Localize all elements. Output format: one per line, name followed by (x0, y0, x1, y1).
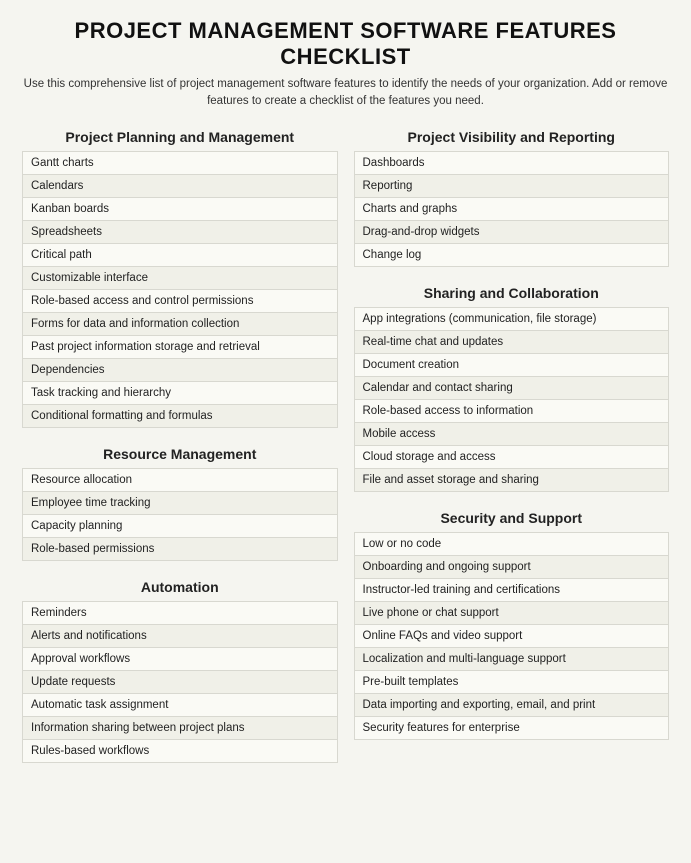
list-item: Cloud storage and access (354, 445, 669, 468)
section-title-project-visibility: Project Visibility and Reporting (354, 129, 670, 145)
list-item: Document creation (354, 353, 669, 376)
list-item: Update requests (23, 670, 338, 693)
list-item: Customizable interface (23, 266, 338, 289)
list-item: Mobile access (354, 422, 669, 445)
list-item: Localization and multi-language support (354, 647, 669, 670)
list-item: Calendars (23, 174, 338, 197)
checklist-project-planning: Gantt chartsCalendarsKanban boardsSpread… (22, 151, 338, 428)
list-item: Resource allocation (23, 468, 338, 491)
list-item: Dependencies (23, 358, 338, 381)
checklist-security-support: Low or no codeOnboarding and ongoing sup… (354, 532, 670, 740)
page-title: PROJECT MANAGEMENT SOFTWARE FEATURES CHE… (22, 18, 669, 70)
section-sharing-collaboration: Sharing and Collaboration App integratio… (354, 285, 670, 492)
list-item: Pre-built templates (354, 670, 669, 693)
list-item: Calendar and contact sharing (354, 376, 669, 399)
list-item: Online FAQs and video support (354, 624, 669, 647)
section-title-project-planning: Project Planning and Management (22, 129, 338, 145)
section-project-planning: Project Planning and Management Gantt ch… (22, 129, 338, 428)
section-title-security-support: Security and Support (354, 510, 670, 526)
list-item: Security features for enterprise (354, 716, 669, 739)
list-item: Alerts and notifications (23, 624, 338, 647)
section-title-resource-management: Resource Management (22, 446, 338, 462)
list-item: Dashboards (354, 151, 669, 174)
list-item: Capacity planning (23, 514, 338, 537)
list-item: File and asset storage and sharing (354, 468, 669, 491)
list-item: Charts and graphs (354, 197, 669, 220)
list-item: Forms for data and information collectio… (23, 312, 338, 335)
list-item: Role-based access to information (354, 399, 669, 422)
list-item: Reminders (23, 601, 338, 624)
list-item: Task tracking and hierarchy (23, 381, 338, 404)
list-item: App integrations (communication, file st… (354, 307, 669, 330)
list-item: Gantt charts (23, 151, 338, 174)
list-item: Reporting (354, 174, 669, 197)
section-project-visibility: Project Visibility and Reporting Dashboa… (354, 129, 670, 267)
section-security-support: Security and Support Low or no codeOnboa… (354, 510, 670, 740)
checklist-automation: RemindersAlerts and notificationsApprova… (22, 601, 338, 763)
list-item: Kanban boards (23, 197, 338, 220)
section-automation: Automation RemindersAlerts and notificat… (22, 579, 338, 763)
list-item: Change log (354, 243, 669, 266)
section-title-sharing-collaboration: Sharing and Collaboration (354, 285, 670, 301)
list-item: Automatic task assignment (23, 693, 338, 716)
list-item: Low or no code (354, 532, 669, 555)
checklist-sharing-collaboration: App integrations (communication, file st… (354, 307, 670, 492)
list-item: Approval workflows (23, 647, 338, 670)
list-item: Employee time tracking (23, 491, 338, 514)
subtitle: Use this comprehensive list of project m… (22, 76, 669, 111)
section-resource-management: Resource Management Resource allocationE… (22, 446, 338, 561)
list-item: Spreadsheets (23, 220, 338, 243)
list-item: Rules-based workflows (23, 739, 338, 762)
list-item: Data importing and exporting, email, and… (354, 693, 669, 716)
list-item: Instructor-led training and certificatio… (354, 578, 669, 601)
list-item: Conditional formatting and formulas (23, 404, 338, 427)
list-item: Onboarding and ongoing support (354, 555, 669, 578)
checklist-project-visibility: DashboardsReportingCharts and graphsDrag… (354, 151, 670, 267)
list-item: Critical path (23, 243, 338, 266)
list-item: Past project information storage and ret… (23, 335, 338, 358)
checklist-resource-management: Resource allocationEmployee time trackin… (22, 468, 338, 561)
list-item: Live phone or chat support (354, 601, 669, 624)
section-title-automation: Automation (22, 579, 338, 595)
list-item: Real-time chat and updates (354, 330, 669, 353)
list-item: Role-based permissions (23, 537, 338, 560)
list-item: Drag-and-drop widgets (354, 220, 669, 243)
list-item: Role-based access and control permission… (23, 289, 338, 312)
list-item: Information sharing between project plan… (23, 716, 338, 739)
